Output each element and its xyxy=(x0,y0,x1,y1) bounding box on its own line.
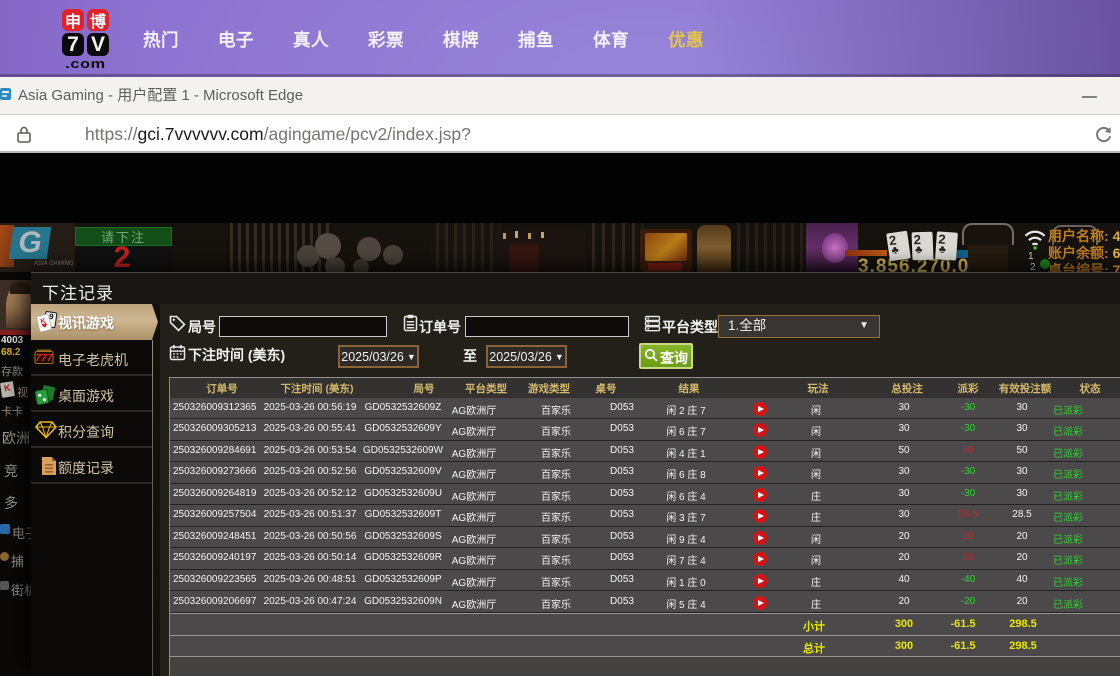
svg-text:777: 777 xyxy=(35,352,54,364)
